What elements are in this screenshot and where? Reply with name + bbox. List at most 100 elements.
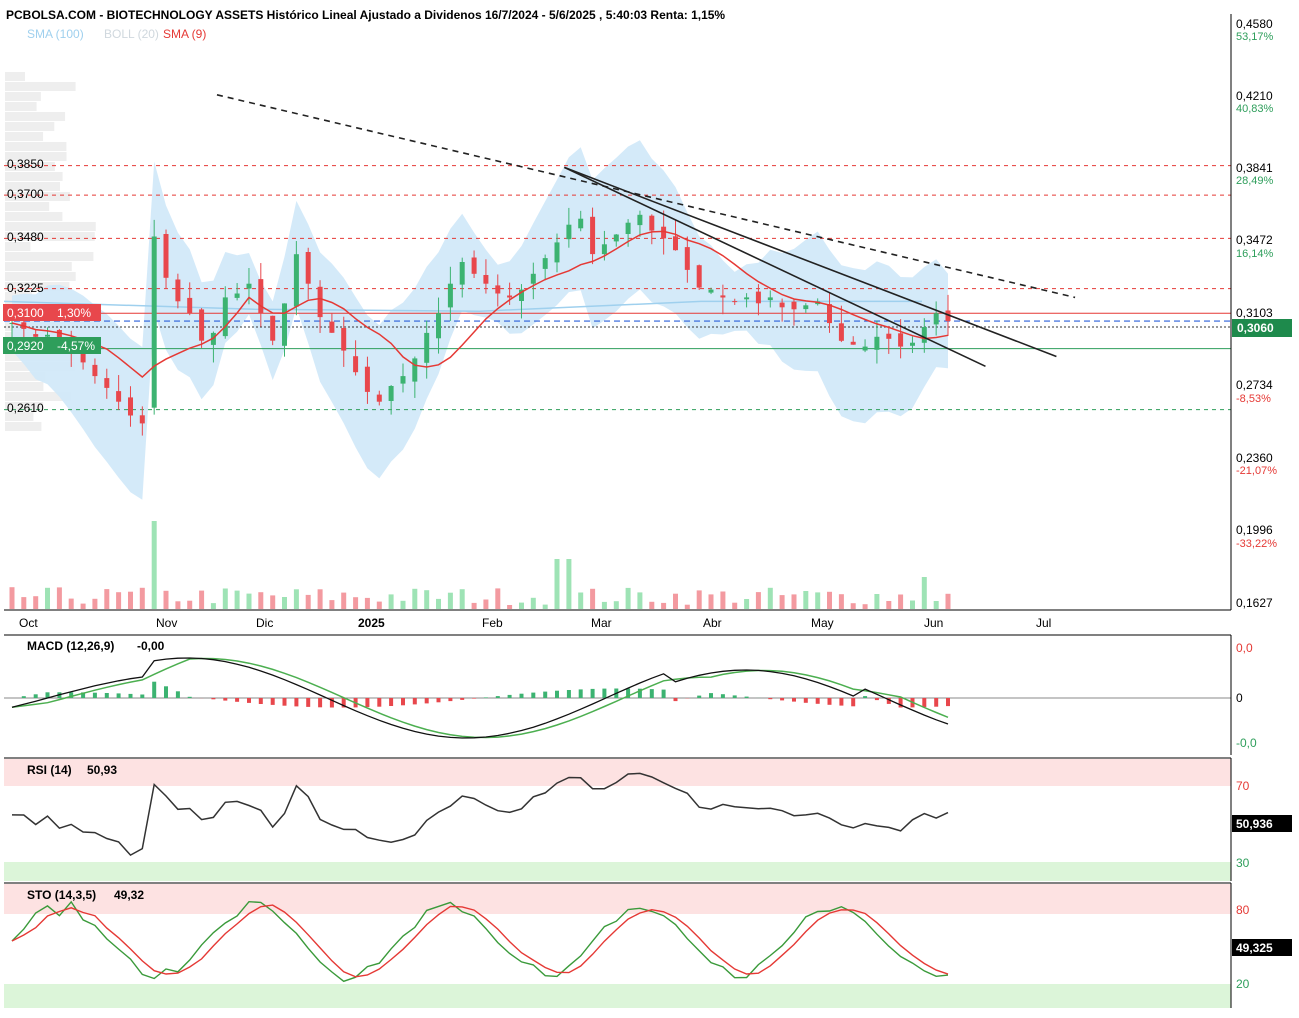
candle-body [164,234,169,278]
volume-bar [341,593,346,609]
volume-bar [531,598,536,609]
price-tick: 0,2360 [1236,451,1273,465]
candle-body [365,367,370,392]
month-label: Jun [924,616,943,630]
volume-bar [448,593,453,609]
macd-histogram-bar [555,691,559,698]
candle-body [626,223,631,234]
candle-body [448,284,453,308]
macd-histogram-bar [496,696,500,698]
candle-body [614,235,619,242]
chart-root: PCBOLSA.COM - BIOTECHNOLOGY ASSETS Histó… [0,0,1299,1013]
macd-histogram-bar [271,698,275,705]
volume-bar [81,604,86,609]
macd-histogram-bar [22,696,26,698]
macd-histogram-bar [934,698,938,707]
volume-bar [472,603,477,609]
macd-histogram-bar [401,698,405,705]
macd-histogram-bar [543,692,547,698]
month-label: Mar [591,616,612,630]
candle-body [341,328,346,351]
volume-bar [495,588,500,609]
volume-bar [946,594,951,609]
volume-profile-bar [5,132,43,141]
volume-bar [661,603,666,609]
volume-bar [294,589,299,609]
macd-histogram-bar [602,689,606,698]
macd-histogram-bar [105,693,109,698]
volume-bar [614,601,619,609]
volume-bar [92,599,97,609]
macd-histogram-bar [117,693,121,698]
macd-histogram-bar [318,698,322,707]
month-label: Oct [19,616,38,630]
price-tick-pct: -8,53% [1236,393,1271,405]
volume-bar [353,597,358,609]
volume-bar [780,595,785,609]
volume-bar [555,559,560,609]
volume-bar [649,602,654,609]
sto-label: STO (14,3,5) [27,888,96,902]
volume-bar [839,594,844,609]
candle-body [910,343,915,346]
resistance-badge-pct: 1,30% [57,306,91,320]
candle-body [709,290,714,293]
level-label-03480: 0,3480 [7,230,44,244]
level-label-02610: 0,2610 [7,401,44,415]
sto-current-value: 49,325 [1236,941,1273,955]
volume-bar [33,596,38,609]
volume-bar [329,600,334,609]
candle-body [401,376,406,384]
macd-histogram-bar [851,698,855,706]
macd-histogram-bar [828,698,832,705]
stock-chart: PCBOLSA.COM - BIOTECHNOLOGY ASSETS Histó… [0,0,1299,1013]
volume-bar [768,588,773,609]
macd-histogram-bar [129,694,133,698]
price-tick-pct: 28,49% [1236,175,1274,187]
macd-histogram-bar [863,696,867,698]
macd-histogram-bar [650,689,654,698]
candle-body [507,296,512,298]
candle-body [602,244,607,254]
macd-histogram-bar [721,694,725,698]
candle-body [578,219,583,229]
macd-histogram-bar [188,697,192,698]
macd-histogram-bar [484,697,488,698]
sto-value: 49,32 [114,888,144,902]
volume-bar [164,591,169,609]
volume-bar [211,603,216,609]
macd-histogram-bar [946,698,950,706]
candle-body [187,298,192,313]
macd-histogram-bar [804,698,808,703]
sto-upper-label: 80 [1236,903,1250,917]
candle-body [792,302,797,310]
price-tick: 0,2734 [1236,378,1273,392]
macd-histogram-bar [294,698,298,706]
volume-bar [424,590,429,609]
volume-profile-bar [5,382,43,391]
volume-bar [874,594,879,609]
candle-body [92,365,97,376]
macd-histogram-bar [306,698,310,707]
volume-bar [566,559,571,609]
volume-bar [187,601,192,609]
volume-bar [792,594,797,609]
rsi-label: RSI (14) [27,763,72,777]
candle-body [874,337,879,350]
candle-body [744,297,749,299]
candle-body [590,217,595,254]
volume-bar [128,592,133,609]
candle-body [637,215,642,225]
macd-histogram-bar [733,695,737,698]
macd-axis-bottom: -0,0 [1236,736,1257,750]
volume-bar [578,593,583,610]
legend-sma100: SMA (100) [27,27,84,41]
candle-body [756,292,761,304]
candle-body [555,242,560,262]
price-tick: 0,1996 [1236,523,1273,537]
month-label: Feb [482,616,503,630]
volume-profile-bar [5,102,37,111]
candle-body [306,252,311,284]
volume-bar [235,591,240,609]
volume-bar [401,601,406,609]
